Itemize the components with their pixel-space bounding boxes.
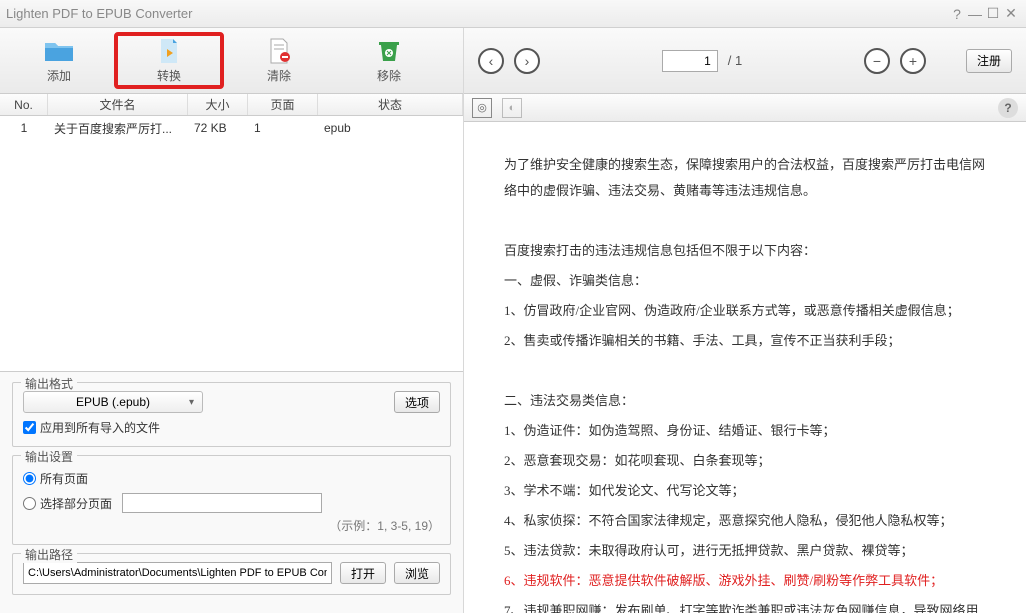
options-button[interactable]: 选项 — [394, 391, 440, 413]
path-input[interactable] — [23, 562, 332, 584]
close-icon[interactable]: ✕ — [1002, 5, 1020, 22]
help-circle-icon[interactable]: ? — [998, 98, 1018, 118]
zoom-in-button[interactable]: + — [900, 48, 926, 74]
col-size[interactable]: 大小 — [188, 94, 248, 115]
col-name[interactable]: 文件名 — [48, 94, 188, 115]
file-clear-icon — [263, 37, 295, 65]
main-toolbar: 添加 转换 清除 移除 — [0, 28, 463, 94]
prev-page-button[interactable]: ‹ — [478, 48, 504, 74]
output-format-group: 输出格式 EPUB (.epub) 选项 应用到所有导入的文件 — [12, 382, 451, 447]
zoom-out-button[interactable]: − — [864, 48, 890, 74]
page-number-input[interactable] — [662, 50, 718, 72]
preview-content: 为了维护安全健康的搜索生态，保障搜索用户的合法权益，百度搜索严厉打击电信网络中的… — [464, 122, 1026, 613]
page-range-input[interactable] — [122, 493, 322, 513]
trash-icon — [373, 37, 405, 65]
maximize-icon[interactable]: ☐ — [984, 5, 1002, 22]
col-page[interactable]: 页面 — [248, 94, 318, 115]
output-settings-group: 输出设置 所有页面 选择部分页面 （示例：1, 3-5, 19） — [12, 455, 451, 545]
crop-icon[interactable]: ◐ — [502, 98, 522, 118]
col-no[interactable]: No. — [0, 94, 48, 115]
output-path-group: 输出路径 打开 浏览 — [12, 553, 451, 595]
select-pages-radio[interactable]: 选择部分页面 — [23, 493, 440, 513]
remove-button[interactable]: 移除 — [334, 32, 444, 89]
all-pages-radio[interactable]: 所有页面 — [23, 470, 440, 487]
table-row[interactable]: 1 关于百度搜索严厉打... 72 KB 1 epub — [0, 116, 463, 140]
register-button[interactable]: 注册 — [966, 49, 1012, 73]
range-example: （示例：1, 3-5, 19） — [23, 517, 440, 534]
help-icon[interactable]: ? — [948, 6, 966, 22]
apply-all-checkbox[interactable]: 应用到所有导入的文件 — [23, 419, 440, 436]
minimize-icon[interactable]: — — [966, 6, 984, 22]
preview-mode-bar: ◎ ◐ ? — [464, 94, 1026, 122]
add-button[interactable]: 添加 — [4, 32, 114, 89]
browse-button[interactable]: 浏览 — [394, 562, 440, 584]
convert-button[interactable]: 转换 — [114, 32, 224, 89]
clear-button[interactable]: 清除 — [224, 32, 334, 89]
file-convert-icon — [153, 37, 185, 65]
preview-toolbar: ‹ › / 1 − + 注册 — [464, 28, 1026, 94]
app-title: Lighten PDF to EPUB Converter — [6, 6, 948, 21]
next-page-button[interactable]: › — [514, 48, 540, 74]
table-header: No. 文件名 大小 页面 状态 — [0, 94, 463, 116]
col-status[interactable]: 状态 — [318, 94, 463, 115]
page-total: / 1 — [728, 53, 742, 68]
file-list: 1 关于百度搜索严厉打... 72 KB 1 epub — [0, 116, 463, 371]
titlebar: Lighten PDF to EPUB Converter ? — ☐ ✕ — [0, 0, 1026, 28]
camera-icon[interactable]: ◎ — [472, 98, 492, 118]
format-select[interactable]: EPUB (.epub) — [23, 391, 203, 413]
open-button[interactable]: 打开 — [340, 562, 386, 584]
folder-add-icon — [43, 37, 75, 65]
